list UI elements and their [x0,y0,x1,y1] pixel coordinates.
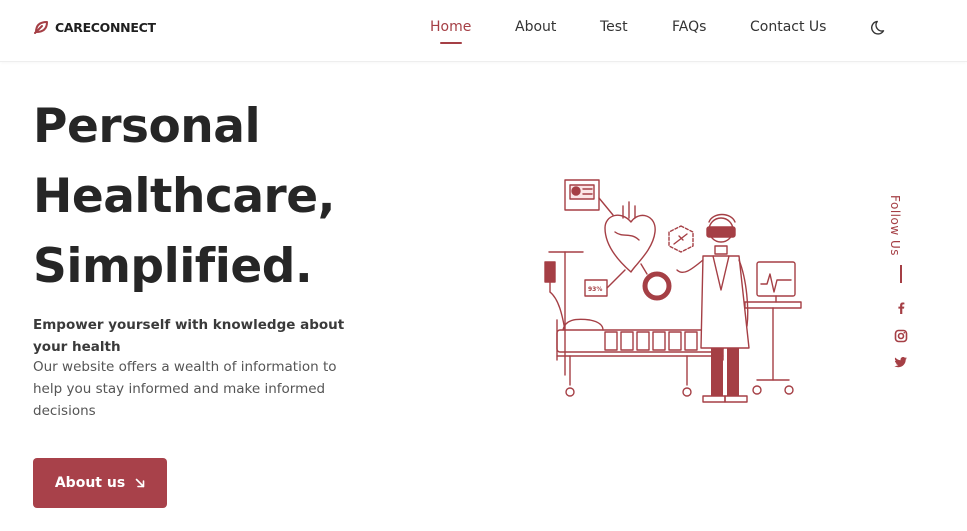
main-nav: Home About Test FAQs Contact Us [0,19,967,49]
hero-subtitle: Empower yourself with knowledge about yo… [33,317,345,355]
hero-title-line3: Simplified. [33,239,313,294]
nav-test[interactable]: Test [600,19,628,35]
nav-contact-label: Contact Us [750,19,827,35]
nav-test-label: Test [600,19,628,35]
nav-home[interactable]: Home [430,19,472,44]
about-us-label: About us [54,475,126,491]
facebook-icon[interactable] [894,301,908,315]
active-nav-indicator [439,42,462,44]
doctor-illustration: 93% [544,179,802,403]
hero-description: Our website offers a wealth of informati… [33,359,337,419]
nav-home-label: Home [430,19,472,35]
hero-title: Personal Healthcare, Simplified. [33,92,453,302]
hero-title-line2: Healthcare, [33,169,335,224]
follow-divider [900,265,902,283]
instagram-icon[interactable] [894,329,908,343]
site-header: CARECONNECT Home About Test FAQs Contact… [0,0,967,62]
moon-icon[interactable] [871,18,889,36]
social-sidebar: Follow Us [886,195,916,375]
hero-title-line1: Personal [33,99,261,154]
twitter-icon[interactable] [894,355,908,369]
follow-us-label: Follow Us [888,195,902,256]
about-us-button[interactable]: About us [33,458,167,508]
monitor-reading: 93% [588,286,602,293]
arrow-down-right-icon [135,478,145,488]
nav-about[interactable]: About [515,19,556,35]
nav-faqs-label: FAQs [672,19,707,35]
nav-about-label: About [515,19,557,35]
nav-contact-us[interactable]: Contact Us [750,19,826,35]
nav-faqs[interactable]: FAQs [672,19,706,35]
